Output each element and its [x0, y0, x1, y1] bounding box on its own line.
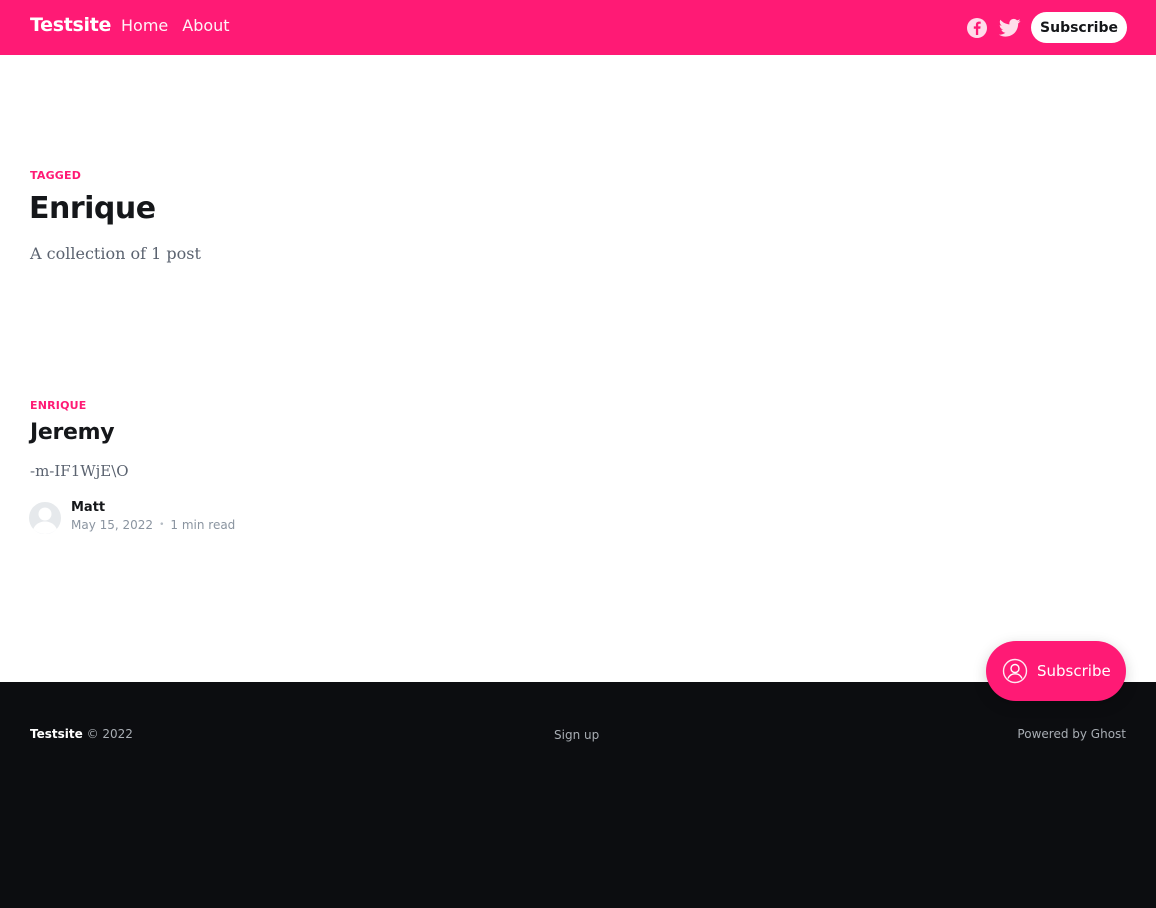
- footer-copyright: Testsite © 2022: [30, 727, 133, 741]
- meta-separator: •: [159, 520, 165, 530]
- nav-item-about[interactable]: About: [182, 16, 229, 35]
- user-circle-icon: [1002, 658, 1028, 684]
- portal-subscribe-label: Subscribe: [1037, 662, 1111, 680]
- site-header: Testsite Home About Subscribe: [0, 0, 1156, 55]
- tag-kicker: TAGGED: [30, 169, 82, 182]
- tag-description: A collection of 1 post: [30, 244, 201, 263]
- twitter-icon[interactable]: [998, 18, 1021, 40]
- user-avatar-icon: [32, 507, 58, 534]
- main-nav: Home About: [121, 16, 230, 35]
- portal-subscribe-button[interactable]: Subscribe: [986, 641, 1126, 701]
- site-footer: Testsite © 2022 Sign up Powered by Ghost: [0, 682, 1156, 908]
- footer-signup-link[interactable]: Sign up: [554, 728, 599, 742]
- facebook-icon[interactable]: [966, 17, 988, 39]
- site-logo-link[interactable]: Testsite: [30, 14, 111, 36]
- page-title: Enrique: [29, 191, 156, 226]
- header-subscribe-button[interactable]: Subscribe: [1031, 12, 1127, 43]
- nav-item-home[interactable]: Home: [121, 16, 168, 35]
- powered-by-ghost-link[interactable]: Powered by Ghost: [1017, 727, 1126, 741]
- post-tag-link[interactable]: ENRIQUE: [30, 399, 86, 412]
- post-author-link[interactable]: Matt: [71, 500, 105, 515]
- post-date: May 15, 2022: [71, 518, 154, 532]
- post-meta: May 15, 2022 • 1 min read: [71, 518, 235, 532]
- footer-brand-link[interactable]: Testsite: [30, 727, 83, 741]
- author-avatar[interactable]: [27, 500, 63, 536]
- post-title-link[interactable]: Jeremy: [30, 420, 115, 445]
- post-read-time: 1 min read: [170, 518, 236, 532]
- footer-copyright-text: © 2022: [86, 727, 133, 741]
- post-excerpt: -m-IF1WjE\O: [30, 462, 129, 480]
